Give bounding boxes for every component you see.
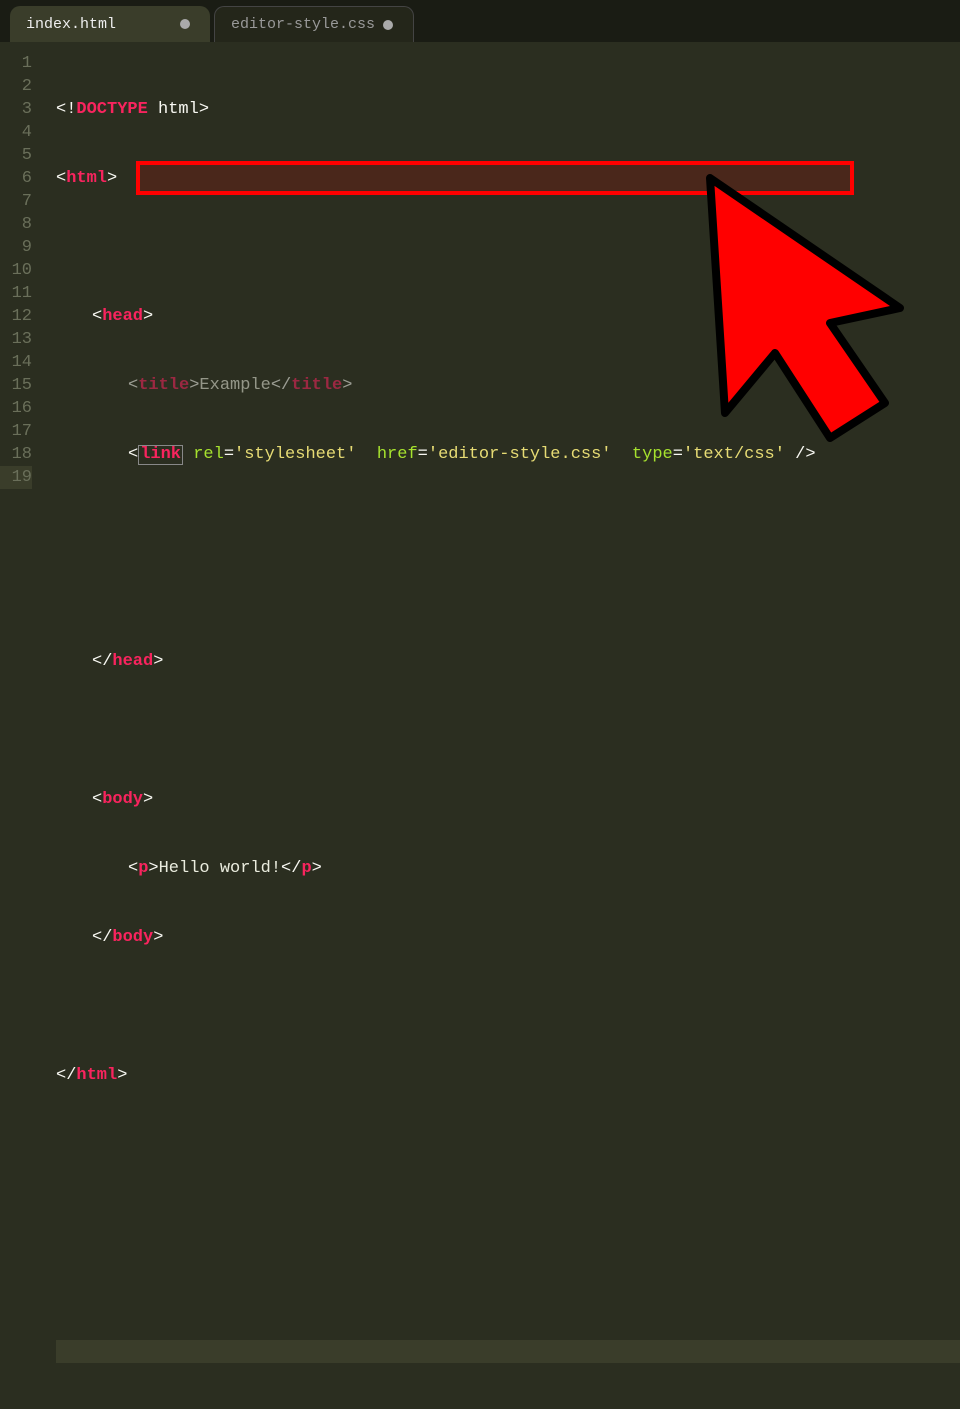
code-line-10 <box>56 719 960 742</box>
line-number: 13 <box>0 328 32 351</box>
code-content[interactable]: <!DOCTYPE html> <html> <head> <title>Exa… <box>42 42 960 720</box>
line-number: 7 <box>0 190 32 213</box>
tab-label: index.html <box>26 16 116 33</box>
line-number: 19 <box>0 466 32 489</box>
line-number: 16 <box>0 397 32 420</box>
line-number: 1 <box>0 52 32 75</box>
editor-pane: 1 2 3 4 5 6 7 8 9 10 11 12 13 14 15 16 1… <box>0 42 960 720</box>
line-number: 3 <box>0 98 32 121</box>
line-number: 11 <box>0 282 32 305</box>
line-number: 2 <box>0 75 32 98</box>
tab-bar: index.html editor-style.css <box>0 0 960 42</box>
line-number: 5 <box>0 144 32 167</box>
tab-label: editor-style.css <box>231 16 375 33</box>
line-number: 18 <box>0 443 32 466</box>
code-line-6: <link rel='stylesheet' href='editor-styl… <box>56 443 960 466</box>
code-line-12: <p>Hello world!</p> <box>56 857 960 880</box>
code-line-2: <html> <box>56 167 960 190</box>
line-number: 17 <box>0 420 32 443</box>
code-line-4: <head> <box>56 305 960 328</box>
line-number: 4 <box>0 121 32 144</box>
line-number: 6 <box>0 167 32 190</box>
line-number: 10 <box>0 259 32 282</box>
code-line-19 <box>56 1340 960 1363</box>
code-line-7 <box>56 512 960 535</box>
code-line-18 <box>56 1271 960 1294</box>
tab-editor-style-css[interactable]: editor-style.css <box>214 6 414 42</box>
code-line-14 <box>56 995 960 1018</box>
tab-index-html[interactable]: index.html <box>10 6 210 42</box>
line-number: 8 <box>0 213 32 236</box>
code-line-16 <box>56 1133 960 1156</box>
code-line-11: <body> <box>56 788 960 811</box>
code-line-9: </head> <box>56 650 960 673</box>
code-line-5: <title>Example</title> <box>56 374 960 397</box>
dirty-indicator-icon <box>383 20 393 30</box>
code-line-17 <box>56 1202 960 1225</box>
code-line-15: </html> <box>56 1064 960 1087</box>
line-number: 9 <box>0 236 32 259</box>
code-line-8 <box>56 581 960 604</box>
code-line-3 <box>56 236 960 259</box>
line-number-gutter: 1 2 3 4 5 6 7 8 9 10 11 12 13 14 15 16 1… <box>0 42 42 720</box>
line-number: 15 <box>0 374 32 397</box>
line-number: 14 <box>0 351 32 374</box>
code-line-13: </body> <box>56 926 960 949</box>
code-line-1: <!DOCTYPE html> <box>56 98 960 121</box>
dirty-indicator-icon <box>180 19 190 29</box>
line-number: 12 <box>0 305 32 328</box>
